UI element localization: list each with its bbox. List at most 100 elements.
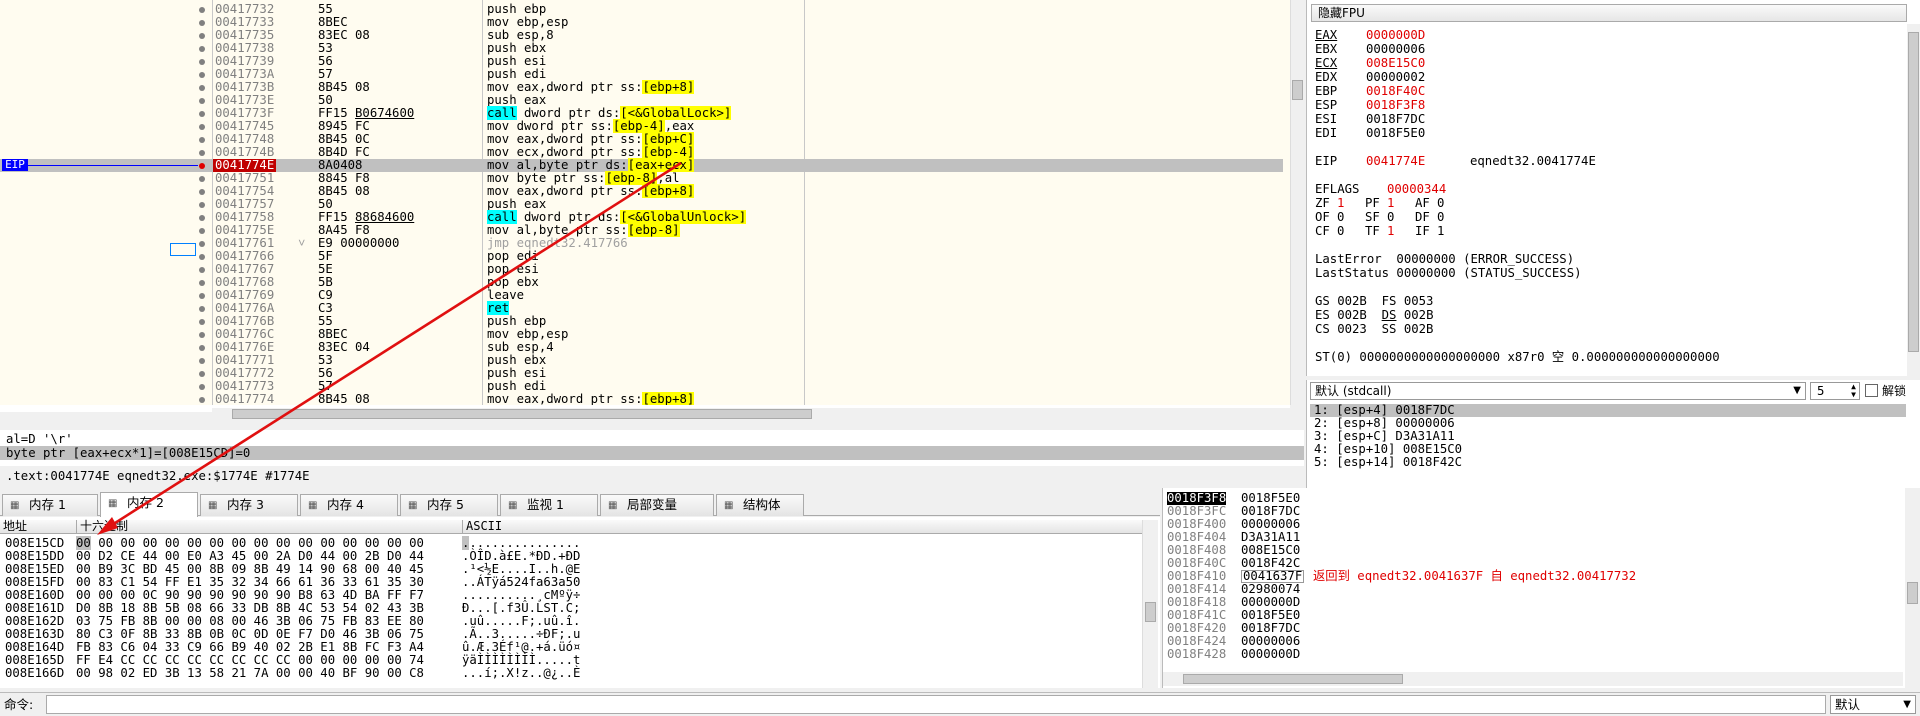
register-row[interactable]: EIP 0041774E eqnedt32.0041774E: [1315, 154, 1895, 168]
tab-4[interactable]: ▦ 内存 4: [300, 494, 398, 516]
registers-scrollbar[interactable]: [1907, 24, 1920, 376]
breakpoint-dot[interactable]: [199, 228, 205, 234]
argument-count-spinner[interactable]: 5 ▲ ▼: [1810, 382, 1860, 400]
call-argument-row[interactable]: 5: [esp+14] 0018F42C: [1310, 456, 1906, 469]
flag-value[interactable]: 1: [1437, 224, 1444, 238]
register-value[interactable]: 00000344: [1387, 182, 1446, 196]
disasm-row[interactable]: 00417771 53 push ebx: [0, 354, 1283, 367]
breakpoint-dot[interactable]: [199, 241, 205, 247]
tab-8[interactable]: ▦ 结构体: [716, 494, 804, 516]
breakpoint-dot[interactable]: [199, 163, 205, 169]
breakpoint-dot[interactable]: [199, 345, 205, 351]
breakpoint-dot[interactable]: [199, 358, 205, 364]
register-row[interactable]: EDX 00000002: [1315, 70, 1895, 84]
register-value[interactable]: 00000006: [1366, 42, 1425, 56]
breakpoint-dot[interactable]: [199, 33, 205, 39]
stack-row[interactable]: 0018F428 0000000D: [1163, 648, 1903, 661]
disasm-row[interactable]: 0041776E 83EC 04 sub esp,4: [0, 341, 1283, 354]
command-input[interactable]: [46, 695, 1826, 714]
breakpoint-dot[interactable]: [199, 85, 205, 91]
scrollbar-thumb[interactable]: [232, 409, 812, 419]
dump-hex[interactable]: 00 98 02 ED 3B 13 58 21 7A 00 00 40 BF 9…: [76, 667, 424, 680]
register-value[interactable]: 0018F5E0: [1366, 126, 1425, 140]
stack-value[interactable]: 0000000D: [1241, 648, 1300, 661]
breakpoint-dot[interactable]: [199, 319, 205, 325]
breakpoint-dot[interactable]: [199, 371, 205, 377]
disassembly-view[interactable]: 00417732 55 push ebp 00417733 8BEC mov ebp,es…: [0, 0, 1290, 405]
disasm-row[interactable]: 0041775E 8A45 F8 mov al,byte ptr ss:[ebp-8…: [0, 223, 1283, 237]
disassembly-horizontal-scrollbar[interactable]: [212, 408, 1290, 420]
dump-hex-selected-byte[interactable]: 00: [76, 536, 91, 550]
register-row[interactable]: EAX 0000000D: [1315, 28, 1895, 42]
breakpoint-dot[interactable]: [199, 306, 205, 312]
register-value[interactable]: 0041774E: [1366, 154, 1425, 168]
hide-fpu-button[interactable]: 隐藏FPU: [1311, 4, 1907, 22]
tab-1[interactable]: ▦ 内存 1: [2, 494, 98, 516]
breakpoint-dot[interactable]: [199, 98, 205, 104]
flag-value[interactable]: 1: [1387, 196, 1394, 210]
disasm-row[interactable]: 00417732 55 push ebp: [0, 3, 1283, 16]
dump-row[interactable]: 008E166D 00 98 02 ED 3B 13 58 21 7A 00 00…: [0, 667, 1142, 680]
stack-view[interactable]: 0018F3F8 0018F5E0 0018F3FC 0018F7DC 0018F400…: [1162, 488, 1920, 688]
disasm-row[interactable]: 0041773B 8B45 08 mov eax,dword ptr ss:[ebp…: [0, 80, 1283, 94]
dump-header-ascii[interactable]: ASCII: [462, 520, 596, 534]
breakpoint-dot[interactable]: [199, 124, 205, 130]
register-value[interactable]: 0018F40C: [1366, 84, 1425, 98]
register-row[interactable]: EBX 00000006: [1315, 42, 1895, 56]
register-row[interactable]: EFLAGS 00000344: [1315, 182, 1895, 196]
breakpoint-dot[interactable]: [199, 397, 205, 403]
flag-value[interactable]: 1: [1387, 224, 1394, 238]
register-row[interactable]: EDI 0018F5E0: [1315, 126, 1895, 140]
scrollbar-thumb[interactable]: [1292, 80, 1303, 100]
breakpoint-dot[interactable]: [199, 150, 205, 156]
tab-6[interactable]: ▦ 监视 1: [500, 494, 598, 516]
register-value[interactable]: 0018F3F8: [1366, 98, 1425, 112]
disasm-row[interactable]: 00417768 5B pop ebx: [0, 276, 1283, 289]
register-row[interactable]: ESP 0018F3F8: [1315, 98, 1895, 112]
stack-scrollbar[interactable]: [1905, 488, 1920, 688]
register-row[interactable]: EBP 0018F40C: [1315, 84, 1895, 98]
flag-value[interactable]: 0: [1437, 196, 1444, 210]
register-row[interactable]: ECX 008E15C0: [1315, 56, 1895, 70]
register-value[interactable]: 00000002: [1366, 70, 1425, 84]
breakpoint-dot[interactable]: [199, 202, 205, 208]
disassembly-vertical-scrollbar[interactable]: [1290, 0, 1304, 405]
disasm-row[interactable]: 0041776A C3 ret: [0, 301, 1283, 315]
scrollbar-thumb[interactable]: [1907, 582, 1918, 604]
register-value[interactable]: 0018F7DC: [1366, 112, 1425, 126]
breakpoint-dot[interactable]: [199, 332, 205, 338]
breakpoint-dot[interactable]: [199, 280, 205, 286]
scrollbar-thumb[interactable]: [1908, 32, 1919, 352]
breakpoint-dot[interactable]: [199, 46, 205, 52]
breakpoint-dot[interactable]: [199, 254, 205, 260]
breakpoint-dot[interactable]: [199, 20, 205, 26]
breakpoint-dot[interactable]: [199, 189, 205, 195]
breakpoint-dot[interactable]: [199, 7, 205, 13]
disasm-row[interactable]: 00417738 53 push ebx: [0, 42, 1283, 55]
scrollbar-thumb[interactable]: [1145, 602, 1156, 622]
breakpoint-dot[interactable]: [199, 137, 205, 143]
flag-value[interactable]: 0: [1337, 210, 1344, 224]
stack-horizontal-scrollbar[interactable]: [1163, 672, 1903, 686]
breakpoint-dot[interactable]: [199, 59, 205, 65]
disasm-row[interactable]: 00417754 8B45 08 mov eax,dword ptr ss:[ebp…: [0, 184, 1283, 198]
dump-ascii-selected-char[interactable]: .: [462, 536, 470, 550]
disasm-row[interactable]: 00417733 8BEC mov ebp,esp: [0, 16, 1283, 29]
register-value[interactable]: 008E15C0: [1366, 56, 1425, 70]
breakpoint-dot[interactable]: [199, 176, 205, 182]
dump-ascii[interactable]: ...í;.X!z..@¿..È: [462, 667, 580, 680]
call-convention-select[interactable]: 默认 (stdcall) ▼: [1310, 382, 1806, 400]
register-row[interactable]: ESI 0018F7DC: [1315, 112, 1895, 126]
flag-value[interactable]: 0: [1337, 224, 1344, 238]
breakpoint-dot[interactable]: [199, 215, 205, 221]
flag-value[interactable]: 0: [1437, 210, 1444, 224]
disasm-row[interactable]: 00417769 C9 leave: [0, 289, 1283, 302]
dump-header-address[interactable]: 地址: [0, 520, 76, 534]
breakpoint-dot[interactable]: [199, 111, 205, 117]
breakpoint-dot[interactable]: [199, 293, 205, 299]
disasm-row[interactable]: 0041776B 55 push ebp: [0, 315, 1283, 328]
memory-dump-view[interactable]: 地址 十六进制 ASCII 008E15CD 00 00 00 00 00 00 …: [0, 517, 1160, 688]
tab-5[interactable]: ▦ 内存 5: [400, 494, 498, 516]
disasm-row[interactable]: 0041776C 8BEC mov ebp,esp: [0, 328, 1283, 341]
unlock-checkbox[interactable]: [1865, 384, 1878, 397]
